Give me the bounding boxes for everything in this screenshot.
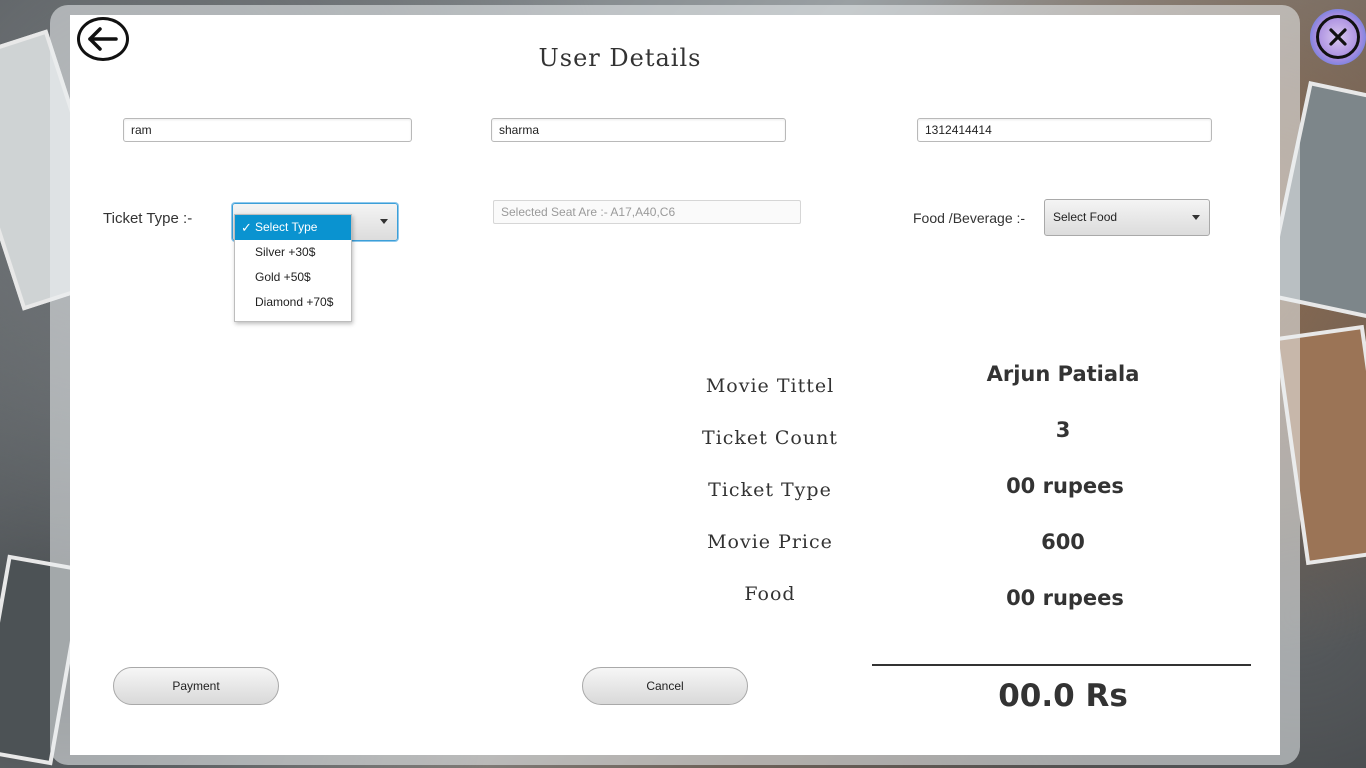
summary-label-ticket-type: Ticket Type <box>708 479 832 501</box>
first-name-field[interactable]: ram <box>123 118 412 142</box>
summary-label-movie-title: Movie Tittel <box>705 375 835 397</box>
back-button[interactable] <box>77 17 129 61</box>
summary-value-movie-price: 600 <box>1041 530 1085 554</box>
selected-seats-field: Selected Seat Are :- A17,A40,C6 <box>493 200 801 224</box>
summary-label-food: Food <box>744 583 796 605</box>
close-circle-icon <box>1316 15 1360 59</box>
ticket-type-option[interactable]: Silver +30$ <box>235 240 351 265</box>
summary-value-food: 00 rupees <box>1006 586 1124 610</box>
arrow-left-circle-icon <box>88 27 118 51</box>
food-label: Food /Beverage :- <box>913 210 1026 226</box>
last-name-field[interactable]: sharma <box>491 118 786 142</box>
total-amount: 00.0 Rs <box>998 678 1128 714</box>
ticket-type-option[interactable]: Gold +50$ <box>235 265 351 290</box>
chevron-down-icon <box>1192 215 1200 220</box>
payment-button[interactable]: Payment <box>113 667 279 705</box>
phone-field[interactable]: 1312414414 <box>917 118 1212 142</box>
cancel-button[interactable]: Cancel <box>582 667 748 705</box>
summary-value-ticket-count: 3 <box>1055 418 1071 442</box>
summary-label-movie-price: Movie Price <box>707 531 833 553</box>
ticket-type-dropdown: ✓ Select Type Silver +30$ Gold +50$ Diam… <box>234 214 352 322</box>
total-divider <box>872 664 1251 666</box>
summary-label-ticket-count: Ticket Count <box>702 427 838 449</box>
ticket-type-option[interactable]: ✓ Select Type <box>235 215 351 240</box>
close-button[interactable] <box>1310 9 1366 65</box>
food-select[interactable]: Select Food <box>1044 199 1210 236</box>
chevron-down-icon <box>380 219 388 224</box>
ticket-type-label: Ticket Type :- <box>103 210 193 227</box>
page-title: User Details <box>538 44 702 72</box>
food-select-value: Select Food <box>1053 210 1118 224</box>
check-icon: ✓ <box>241 220 252 235</box>
summary-value-movie-title: Arjun Patiala <box>986 362 1140 386</box>
summary-value-ticket-type: 00 rupees <box>1006 474 1124 498</box>
ticket-type-option[interactable]: Diamond +70$ <box>235 290 351 315</box>
